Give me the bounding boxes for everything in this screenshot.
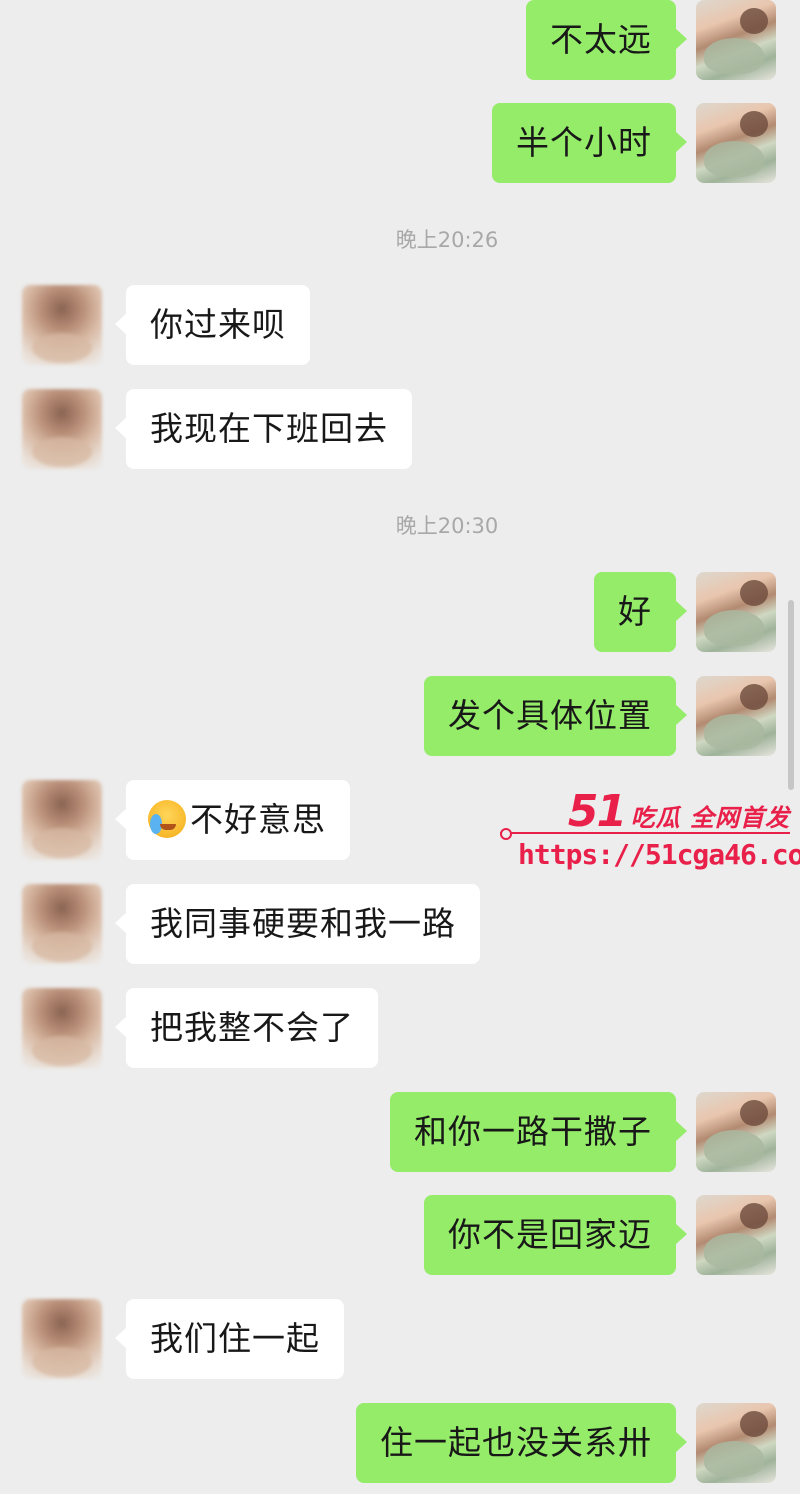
- watermark-title: 51 吃瓜 全网首发: [568, 786, 790, 837]
- watermark-number: 51: [567, 786, 627, 837]
- chat-window: 不太远 半个小时 晚上20:26 你过来呗 我现在下班回去 晚上20:30 好 …: [0, 0, 800, 1494]
- my-avatar[interactable]: [696, 0, 776, 80]
- message-bubble-incoming[interactable]: 不好意思: [115, 780, 350, 860]
- message-text: 不好意思: [190, 800, 326, 839]
- watermark-brand: 吃瓜 全网首发: [630, 804, 790, 832]
- contact-avatar[interactable]: [22, 780, 102, 860]
- message-bubble-incoming[interactable]: 把我整不会了: [115, 988, 378, 1068]
- my-avatar[interactable]: [696, 1092, 776, 1172]
- message-bubble-outgoing[interactable]: 和你一路干撒子: [390, 1092, 687, 1172]
- message-bubble-outgoing[interactable]: 不太远: [526, 0, 687, 80]
- message-bubble-incoming[interactable]: 你过来呗: [115, 285, 310, 365]
- message-bubble-outgoing[interactable]: 发个具体位置: [424, 676, 687, 756]
- my-avatar[interactable]: [696, 572, 776, 652]
- message-bubble-incoming[interactable]: 我们住一起: [115, 1299, 344, 1379]
- crying-laughing-emoji: [148, 799, 186, 838]
- my-avatar[interactable]: [696, 1195, 776, 1275]
- message-bubble-incoming[interactable]: 我同事硬要和我一路: [115, 884, 480, 964]
- watermark: 51 吃瓜 全网首发 https://51cga46.com: [500, 786, 800, 886]
- contact-avatar[interactable]: [22, 1299, 102, 1379]
- watermark-url: https://51cga46.com: [518, 838, 800, 871]
- my-avatar[interactable]: [696, 103, 776, 183]
- timestamp: 晚上20:26: [395, 228, 499, 252]
- my-avatar[interactable]: [696, 676, 776, 756]
- message-bubble-outgoing[interactable]: 半个小时: [492, 103, 687, 183]
- message-bubble-outgoing[interactable]: 你不是回家迈: [424, 1195, 687, 1275]
- message-bubble-outgoing[interactable]: 好: [594, 572, 687, 652]
- watermark-dot: [500, 828, 512, 840]
- my-avatar[interactable]: [696, 1403, 776, 1483]
- contact-avatar[interactable]: [22, 285, 102, 365]
- contact-avatar[interactable]: [22, 389, 102, 469]
- message-bubble-incoming[interactable]: 我现在下班回去: [115, 389, 412, 469]
- contact-avatar[interactable]: [22, 988, 102, 1068]
- message-bubble-outgoing[interactable]: 住一起也没关系卅: [356, 1403, 687, 1483]
- watermark-divider: [500, 832, 790, 834]
- contact-avatar[interactable]: [22, 884, 102, 964]
- scrollbar[interactable]: [788, 600, 794, 790]
- timestamp: 晚上20:30: [395, 514, 499, 538]
